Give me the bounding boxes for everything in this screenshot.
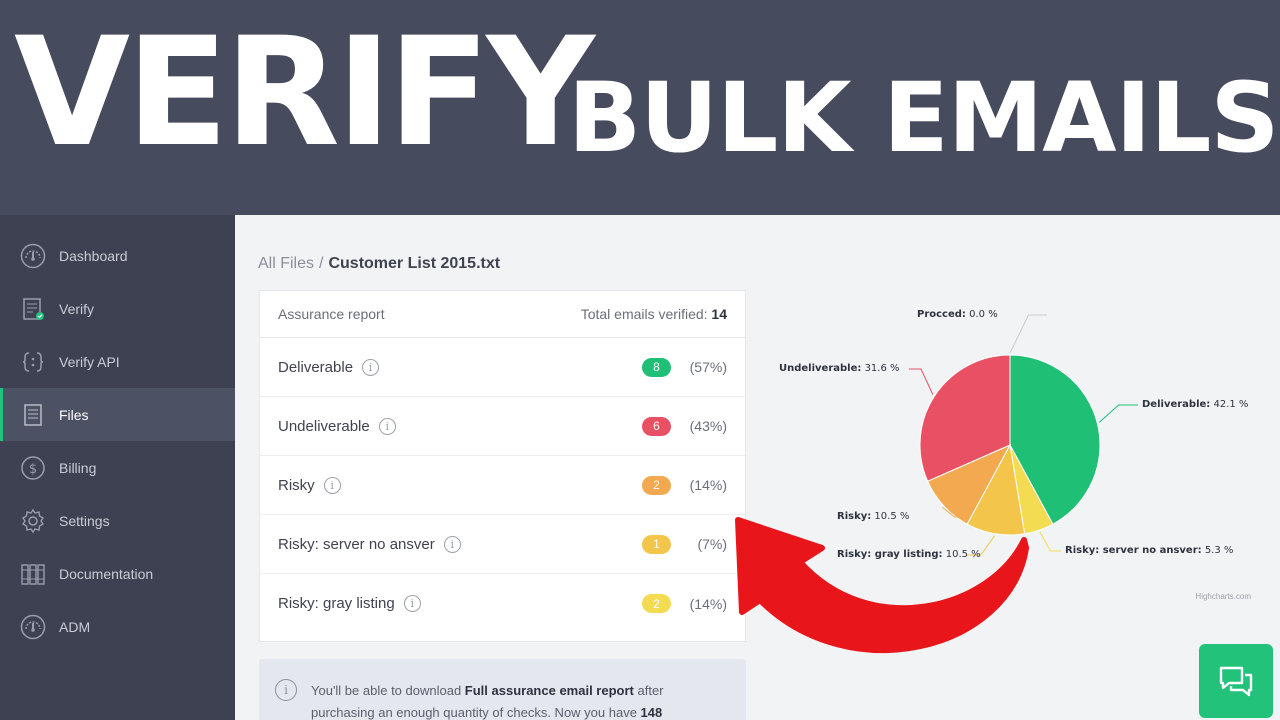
code-braces-icon bbox=[20, 349, 46, 375]
report-row-risky-server-no-answer: Risky: server no ansver i 1 (7%) bbox=[260, 515, 745, 574]
pie-connector bbox=[1098, 404, 1138, 423]
sidebar: Dashboard Verify Verify API Files $ Bill… bbox=[0, 215, 235, 720]
report-header: Assurance report Total emails verified: … bbox=[260, 291, 745, 338]
svg-text:$: $ bbox=[29, 462, 37, 477]
pie-connector bbox=[1039, 531, 1061, 552]
info-icon[interactable]: i bbox=[362, 358, 380, 376]
sidebar-item-verify-api[interactable]: Verify API bbox=[0, 335, 235, 388]
row-label: Deliverable bbox=[278, 358, 354, 376]
document-check-icon bbox=[20, 296, 46, 322]
sidebar-item-documentation[interactable]: Documentation bbox=[0, 547, 235, 600]
report-row-risky-gray-listing: Risky: gray listing i 2 (14%) bbox=[260, 574, 745, 633]
notice-text: after bbox=[633, 683, 664, 698]
chat-bubbles-icon bbox=[1219, 666, 1253, 697]
pie-chart: Highcharts.com Deliverable: 42.1 % Risky:… bbox=[757, 231, 1273, 609]
pie-connector bbox=[909, 368, 934, 395]
report-row-deliverable: Deliverable i 8 (57%) bbox=[260, 338, 745, 397]
checks-count: 148 bbox=[640, 705, 663, 720]
pie-label: Procced: 0.0 % bbox=[917, 309, 998, 320]
sidebar-item-label: Verify API bbox=[59, 353, 120, 370]
report-total: Total emails verified: 14 bbox=[581, 306, 727, 322]
download-notice: i You'll be able to download Full assura… bbox=[259, 659, 746, 720]
sidebar-item-files[interactable]: Files bbox=[0, 388, 235, 441]
info-icon[interactable]: i bbox=[378, 417, 396, 435]
notice-text: You'll be able to download bbox=[311, 683, 465, 698]
banner-title: VERIFY bbox=[14, 6, 595, 180]
chat-button[interactable] bbox=[1199, 644, 1273, 718]
row-percent: (7%) bbox=[697, 536, 727, 552]
info-icon[interactable]: i bbox=[323, 476, 341, 494]
row-percent: (43%) bbox=[689, 418, 727, 434]
count-badge: 2 bbox=[642, 475, 671, 495]
row-percent: (14%) bbox=[689, 477, 727, 493]
sidebar-item-dashboard[interactable]: Dashboard bbox=[0, 229, 235, 282]
sidebar-item-adm[interactable]: ADM bbox=[0, 600, 235, 653]
file-icon bbox=[20, 402, 46, 428]
pie-label: Risky: gray listing: 10.5 % bbox=[837, 549, 981, 560]
info-icon[interactable]: i bbox=[443, 535, 461, 553]
row-percent: (57%) bbox=[689, 359, 727, 375]
gauge-icon bbox=[20, 243, 46, 269]
sidebar-item-label: Verify bbox=[59, 300, 95, 317]
sidebar-item-label: Documentation bbox=[59, 565, 154, 582]
report-row-undeliverable: Undeliverable i 6 (43%) bbox=[260, 397, 745, 456]
sidebar-item-label: Dashboard bbox=[59, 247, 128, 264]
banner-subtitle: BULK EMAILS bbox=[568, 62, 1280, 174]
pie-label: Risky: 10.5 % bbox=[837, 511, 910, 522]
full-report-link: Full assurance email report bbox=[464, 683, 634, 698]
info-icon: i bbox=[275, 679, 297, 701]
total-value: 14 bbox=[711, 306, 727, 322]
row-label: Risky: gray listing bbox=[278, 595, 395, 612]
report-title: Assurance report bbox=[278, 306, 385, 322]
pie-label: Deliverable: 42.1 % bbox=[1142, 399, 1249, 410]
report-row-risky: Risky i 2 (14%) bbox=[260, 456, 745, 515]
breadcrumb: All Files / Customer List 2015.txt bbox=[258, 255, 500, 273]
row-percent: (14%) bbox=[689, 595, 727, 612]
count-badge: 8 bbox=[642, 357, 671, 377]
count-badge: 6 bbox=[642, 416, 671, 436]
app-window: Dashboard Verify Verify API Files $ Bill… bbox=[0, 215, 1280, 720]
sidebar-item-billing[interactable]: $ Billing bbox=[0, 441, 235, 494]
breadcrumb-root-link[interactable]: All Files bbox=[258, 255, 314, 272]
count-badge: 2 bbox=[642, 594, 671, 613]
breadcrumb-current: Customer List 2015.txt bbox=[328, 255, 501, 272]
info-icon[interactable]: i bbox=[403, 595, 421, 612]
row-label: Risky: server no ansver bbox=[278, 535, 435, 553]
sidebar-item-verify[interactable]: Verify bbox=[0, 282, 235, 335]
row-label: Risky bbox=[278, 476, 315, 494]
banner: VERIFY BULK EMAILS bbox=[0, 0, 1280, 215]
pie-label: Undeliverable: 31.6 % bbox=[779, 363, 900, 374]
pie-connector bbox=[1009, 314, 1047, 354]
count-badge: 1 bbox=[642, 534, 671, 554]
sidebar-item-label: Settings bbox=[59, 512, 110, 529]
sidebar-item-label: Files bbox=[59, 406, 89, 423]
chart-credits[interactable]: Highcharts.com bbox=[1195, 592, 1251, 601]
gauge-icon bbox=[20, 614, 46, 640]
dollar-icon: $ bbox=[20, 455, 46, 481]
row-label: Undeliverable bbox=[278, 417, 370, 435]
breadcrumb-separator: / bbox=[319, 255, 324, 272]
notice-text: purchasing an enough quantity of checks.… bbox=[311, 705, 641, 720]
pie-label: Risky: server no ansver: 5.3 % bbox=[1065, 545, 1234, 556]
total-label: Total emails verified: bbox=[580, 306, 708, 322]
notice-line-1: You'll be able to download Full assuranc… bbox=[311, 680, 746, 702]
sidebar-item-label: ADM bbox=[59, 618, 91, 635]
gear-icon bbox=[20, 508, 46, 534]
main-content: All Files / Customer List 2015.txt Assuran… bbox=[235, 215, 1280, 720]
notice-line-2: purchasing an enough quantity of checks.… bbox=[311, 702, 746, 720]
sidebar-item-label: Billing bbox=[59, 459, 97, 476]
sidebar-item-settings[interactable]: Settings bbox=[0, 494, 235, 547]
assurance-report-card: Assurance report Total emails verified: … bbox=[259, 290, 746, 642]
books-icon bbox=[20, 561, 46, 587]
